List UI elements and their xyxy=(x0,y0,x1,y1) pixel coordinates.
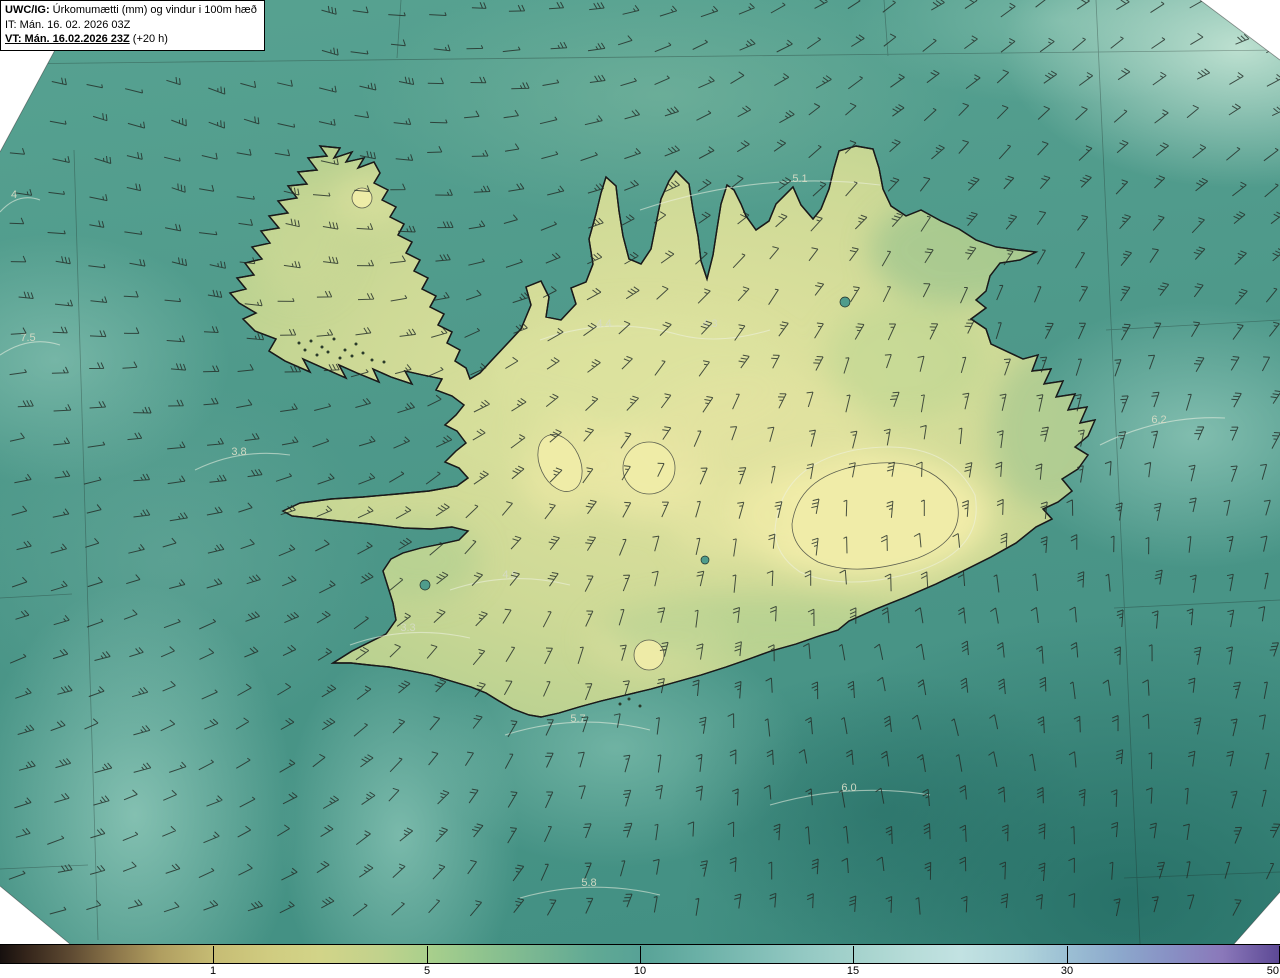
valid-time: VT: Mán. 16.02.2026 23Z xyxy=(5,33,130,46)
lake xyxy=(839,296,851,308)
contour-label: 6.2 xyxy=(1151,414,1166,426)
graticule-line xyxy=(1105,319,1280,331)
graticule-line xyxy=(0,49,1280,65)
graticule-line xyxy=(0,864,89,870)
colorbar-tick-label: 30 xyxy=(1060,965,1074,977)
island-dot xyxy=(627,697,631,701)
precip-contour xyxy=(0,197,41,213)
island-dot xyxy=(297,341,301,345)
lake xyxy=(700,555,710,565)
graticule-line xyxy=(0,593,73,599)
contour-label: 6.0 xyxy=(841,782,856,794)
model-name: UWC/IG: xyxy=(5,4,50,16)
title-line-valid: VT: Mán. 16.02.2026 23Z (+20 h) xyxy=(5,32,257,47)
glacier-outline xyxy=(622,441,676,495)
colorbar-tick-label: 5 xyxy=(423,965,431,977)
weather-map-canvas: 5.1 4.4 4.3 6.2 3.8 4.6 3.3 5.7 6.0 5.8 7.5 4 UWC/I… xyxy=(0,0,1280,944)
contour-label: 5.8 xyxy=(581,877,596,889)
title-line-product: UWC/IG: Úrkomumætti (mm) og vindur i 100… xyxy=(5,3,257,18)
precip-tint-blob xyxy=(670,480,790,560)
title-line-init: IT: Mán. 16. 02. 2026 03Z xyxy=(5,18,131,31)
island-dot xyxy=(361,351,365,355)
graticule-line xyxy=(73,149,99,941)
forecast-title-box: UWC/IG: Úrkomumætti (mm) og vindur i 100… xyxy=(0,0,265,51)
precip-tint-blob xyxy=(825,300,985,420)
graticule-line xyxy=(1123,871,1280,879)
contour-label: 5.7 xyxy=(570,713,585,725)
precip-tint-blob xyxy=(250,180,350,300)
colorbar-tick-label: 50 xyxy=(1266,965,1279,977)
island-dot xyxy=(370,358,374,362)
island-dot xyxy=(350,354,354,358)
colorbar-tick xyxy=(853,946,854,964)
colorbar-tick xyxy=(1067,946,1068,964)
island-dot xyxy=(338,356,342,360)
island-dot xyxy=(382,360,386,364)
contour-label: 4.4 xyxy=(596,318,611,330)
product-name: Úrkomumætti (mm) og vindur i 100m hæð xyxy=(49,4,257,16)
colorbar: 1 5 10 15 30 50 xyxy=(0,944,1280,978)
island-dot xyxy=(309,339,313,343)
island-dot xyxy=(354,342,358,346)
precip-tint-blob xyxy=(360,520,480,600)
island-dot xyxy=(320,345,324,349)
colorbar-tick-label: 1 xyxy=(209,965,217,977)
colorbar-gradient xyxy=(0,944,1280,964)
valid-offset: (+20 h) xyxy=(129,33,168,46)
colorbar-tick-label: 15 xyxy=(846,965,860,977)
precip-tint-blob xyxy=(990,350,1095,510)
contour-label: 3.3 xyxy=(400,622,415,634)
island-dot xyxy=(343,348,347,352)
lake xyxy=(419,579,431,591)
island-dot xyxy=(315,353,319,357)
glacier-outline xyxy=(633,639,665,671)
colorbar-tick xyxy=(427,946,428,964)
island-dot xyxy=(638,704,642,708)
island-dot xyxy=(326,350,330,354)
colorbar-tick xyxy=(213,946,214,964)
colorbar-tick xyxy=(640,946,641,964)
graticule-line xyxy=(396,0,402,59)
map-overlay-svg: 5.14.4 4.36.23.84.63.35.76.05.87.54 xyxy=(0,0,1280,944)
island-dot xyxy=(303,348,307,352)
contour-label: 4 xyxy=(11,189,17,201)
colorbar-tick-label: 10 xyxy=(633,965,647,977)
island-dot xyxy=(618,702,622,706)
island-dot xyxy=(332,337,336,341)
contour-label: 5.1 xyxy=(792,173,807,185)
graticule-line xyxy=(1095,0,1141,944)
contour-label: 3.8 xyxy=(231,446,246,458)
graticule-line xyxy=(1113,599,1280,609)
